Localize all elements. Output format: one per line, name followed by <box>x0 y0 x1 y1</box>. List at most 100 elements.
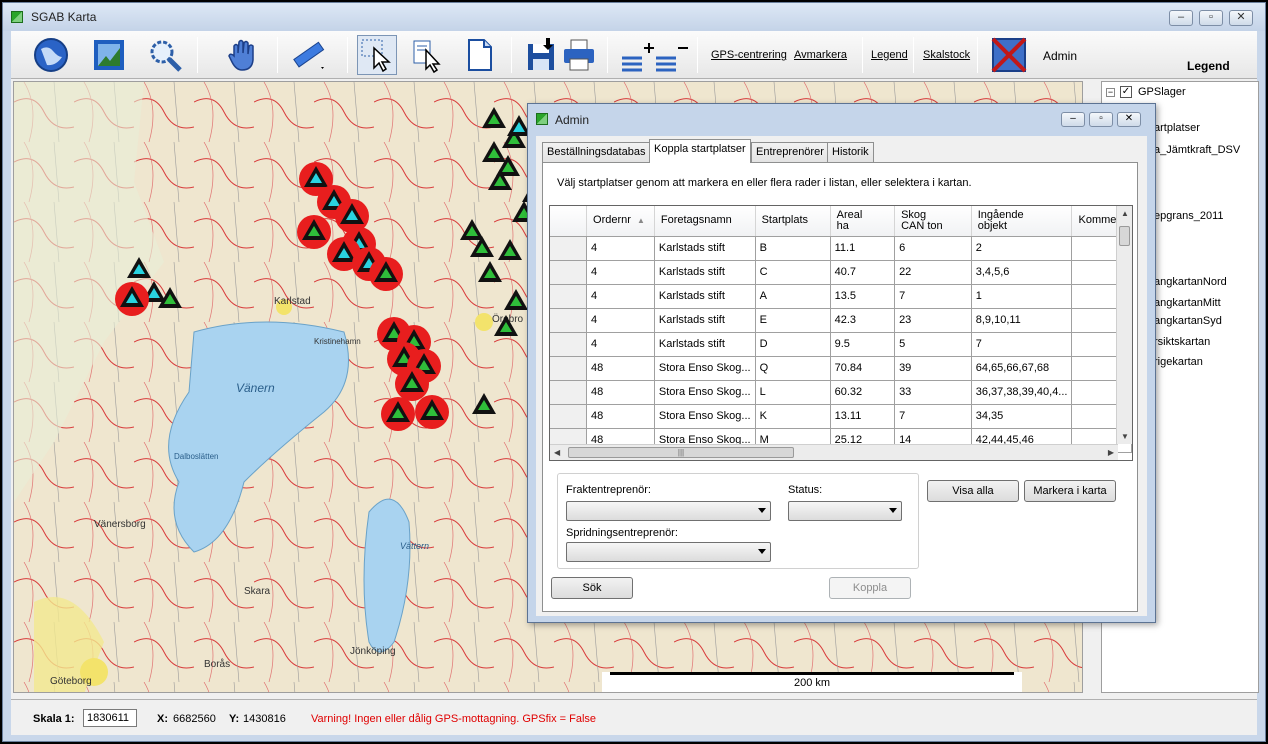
layer-item[interactable]: rsiktskartan <box>1154 336 1210 348</box>
close-button[interactable]: ✕ <box>1229 10 1253 26</box>
grid-vertical-scrollbar[interactable]: ▲ ▼ <box>1116 206 1132 444</box>
layer-item[interactable]: rigekartan <box>1154 356 1203 368</box>
table-row[interactable]: 48 Stora Enso Skog... K 13.11 7 34,35 <box>550 404 1132 429</box>
table-cell[interactable]: 8,9,10,11 <box>971 308 1073 333</box>
column-header[interactable]: Areal ha <box>830 206 896 237</box>
table-cell[interactable]: Karlstads stift <box>654 236 756 261</box>
table-cell[interactable]: Karlstads stift <box>654 308 756 333</box>
table-cell[interactable]: 33 <box>894 380 972 405</box>
table-cell[interactable]: Karlstads stift <box>654 332 756 357</box>
document-icon[interactable] <box>459 35 499 75</box>
scroll-right-icon[interactable]: ▶ <box>1108 448 1114 457</box>
table-cell[interactable]: 7 <box>894 284 972 309</box>
deselect-link[interactable]: Avmarkera <box>794 49 847 61</box>
table-cell[interactable]: 40.7 <box>830 260 896 285</box>
table-cell[interactable]: Stora Enso Skog... <box>654 380 756 405</box>
table-cell[interactable]: 34,35 <box>971 404 1073 429</box>
table-cell[interactable]: 39 <box>894 356 972 381</box>
table-cell[interactable]: 6 <box>894 236 972 261</box>
save-icon[interactable] <box>521 35 561 75</box>
koppla-button[interactable]: Koppla <box>829 577 911 599</box>
spridningsentreprenor-select[interactable] <box>566 542 771 562</box>
minimize-button[interactable]: – <box>1169 10 1193 26</box>
grid-horizontal-scrollbar[interactable]: ◀ ||| ▶ <box>550 444 1118 460</box>
table-row[interactable]: 48 Stora Enso Skog... L 60.32 33 36,37,38,39,… <box>550 380 1132 405</box>
row-header[interactable] <box>550 380 588 405</box>
tab-koppla-startplatser[interactable]: Koppla startplatser <box>649 139 751 163</box>
scroll-thumb[interactable] <box>1119 226 1130 246</box>
column-header[interactable]: Ingående objekt <box>971 206 1073 237</box>
table-row[interactable]: 4 Karlstads stift A 13.5 7 1 <box>550 284 1132 309</box>
table-cell[interactable]: Stora Enso Skog... <box>654 356 756 381</box>
table-cell[interactable]: Q <box>755 356 831 381</box>
pan-hand-icon[interactable] <box>223 35 263 75</box>
table-cell[interactable]: 42.3 <box>830 308 896 333</box>
table-cell[interactable]: 9.5 <box>830 332 896 357</box>
table-cell[interactable]: 7 <box>894 404 972 429</box>
table-cell[interactable]: 64,65,66,67,68 <box>971 356 1073 381</box>
table-cell[interactable]: 60.32 <box>830 380 896 405</box>
table-cell[interactable]: 7 <box>971 332 1073 357</box>
measure-ruler-icon[interactable] <box>289 35 329 75</box>
scroll-up-icon[interactable]: ▲ <box>1121 209 1129 218</box>
layer-checkbox[interactable]: ✓ <box>1120 86 1132 98</box>
fraktentreprenor-select[interactable] <box>566 501 771 521</box>
column-header[interactable]: Skog CAN ton <box>894 206 972 237</box>
dialog-minimize-button[interactable]: – <box>1061 112 1085 127</box>
select-arrow-icon[interactable] <box>357 35 397 75</box>
tab-historik[interactable]: Historik <box>827 142 874 162</box>
dialog-maximize-button[interactable]: ▫ <box>1089 112 1113 127</box>
table-cell[interactable]: K <box>755 404 831 429</box>
zoom-icon[interactable] <box>145 35 185 75</box>
row-header[interactable] <box>550 332 588 357</box>
table-cell[interactable]: Karlstads stift <box>654 260 756 285</box>
legend-link[interactable]: Legend <box>871 49 908 61</box>
markera-i-karta-button[interactable]: Markera i karta <box>1024 480 1116 502</box>
table-cell[interactable]: E <box>755 308 831 333</box>
table-cell[interactable]: Stora Enso Skog... <box>654 404 756 429</box>
table-row[interactable]: 4 Karlstads stift C 40.7 22 3,4,5,6 <box>550 260 1132 285</box>
table-cell[interactable]: Karlstads stift <box>654 284 756 309</box>
visa-alla-button[interactable]: Visa alla <box>927 480 1019 502</box>
table-cell[interactable]: D <box>755 332 831 357</box>
select-list-icon[interactable] <box>407 35 447 75</box>
tab-bestallningsdatabas[interactable]: Beställningsdatabas <box>542 142 651 162</box>
layer-item[interactable]: angkartanSyd <box>1154 315 1222 327</box>
table-cell[interactable]: 22 <box>894 260 972 285</box>
layer-item[interactable]: angkartanNord <box>1154 276 1227 288</box>
startplatser-grid[interactable]: Ordernr ▲ Foretagsnamn Startplats Areal ha… <box>549 205 1133 461</box>
scale-input[interactable]: 1830611 <box>83 709 137 727</box>
print-icon[interactable] <box>559 35 599 75</box>
admin-icon[interactable] <box>989 35 1029 75</box>
row-header[interactable] <box>550 308 588 333</box>
table-row[interactable]: 48 Stora Enso Skog... Q 70.84 39 64,65,66,67,… <box>550 356 1132 381</box>
dialog-close-button[interactable]: ✕ <box>1117 112 1141 127</box>
scroll-down-icon[interactable]: ▼ <box>1121 432 1129 441</box>
collapse-icon[interactable]: − <box>1106 88 1115 97</box>
table-cell[interactable]: 70.84 <box>830 356 896 381</box>
row-header[interactable] <box>550 284 588 309</box>
full-extent-icon[interactable] <box>89 35 129 75</box>
table-cell[interactable]: B <box>755 236 831 261</box>
table-cell[interactable]: A <box>755 284 831 309</box>
table-cell[interactable]: 11.1 <box>830 236 896 261</box>
table-row[interactable]: 4 Karlstads stift B 11.1 6 2 <box>550 236 1132 261</box>
sok-button[interactable]: Sök <box>551 577 633 599</box>
column-header[interactable]: Foretagsnamn <box>654 206 756 237</box>
admin-label[interactable]: Admin <box>1043 49 1077 63</box>
gps-centering-link[interactable]: GPS-centrering <box>711 49 787 61</box>
table-cell[interactable]: 48 <box>586 380 655 405</box>
row-header[interactable] <box>550 356 588 381</box>
table-cell[interactable]: 48 <box>586 356 655 381</box>
table-cell[interactable]: 1 <box>971 284 1073 309</box>
zoom-out-icon[interactable] <box>651 35 691 75</box>
layer-item[interactable]: epgrans_2011 <box>1154 210 1224 222</box>
layer-item[interactable]: angkartanMitt <box>1154 297 1221 309</box>
table-cell[interactable]: 4 <box>586 332 655 357</box>
table-cell[interactable]: L <box>755 380 831 405</box>
row-header[interactable] <box>550 404 588 429</box>
tab-entreprenorer[interactable]: Entreprenörer <box>751 142 829 162</box>
column-header[interactable]: Ordernr ▲ <box>586 206 655 237</box>
table-cell[interactable]: 13.11 <box>830 404 896 429</box>
row-header[interactable] <box>550 236 588 261</box>
